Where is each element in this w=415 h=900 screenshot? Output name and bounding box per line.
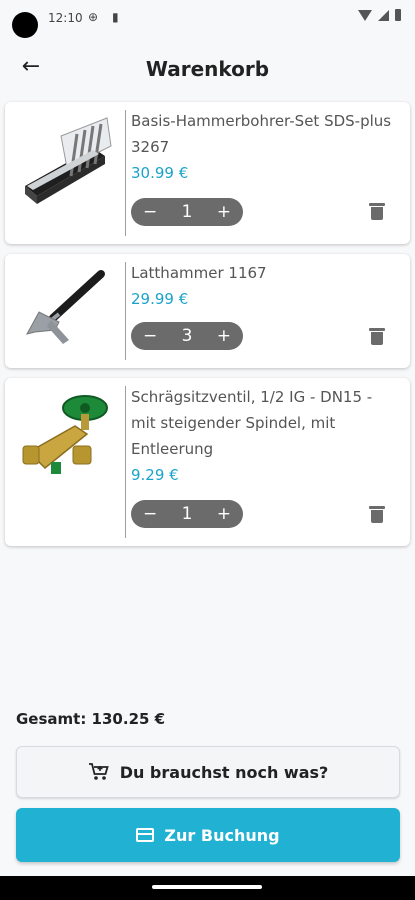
quantity-stepper: − 1 + [131, 198, 243, 226]
valve-image [22, 395, 108, 474]
home-gesture-handle[interactable] [152, 885, 262, 889]
page-title: Warenkorb [145, 57, 270, 81]
quantity-stepper: − 1 + [131, 500, 243, 528]
hammer-image [26, 270, 105, 344]
checkout-button[interactable]: Zur Buchung [16, 808, 400, 862]
cart-item: Basis-Hammerbohrer-Set SDS-plus 3267 30.… [5, 102, 410, 244]
add-to-cart-icon [88, 763, 109, 780]
product-price: 9.29 € [131, 466, 179, 484]
divider [125, 262, 126, 360]
product-name: Schrägsitzventil, 1/2 IG - DN15 - mit st… [131, 388, 373, 458]
status-bar: 12:10 ⊕ ▮ [0, 0, 415, 38]
status-time: 12:10 [48, 11, 83, 25]
continue-shopping-label: Du brauchst noch was? [119, 762, 329, 782]
delete-icon[interactable] [369, 328, 385, 345]
product-name: Basis-Hammerbohrer-Set SDS-plus 3267 [131, 112, 392, 156]
delete-icon[interactable] [369, 506, 385, 523]
checkout-label: Zur Buchung [164, 825, 280, 845]
decrease-button[interactable]: − [143, 500, 157, 528]
camera-cutout [12, 12, 38, 38]
quantity-value: 3 [181, 326, 193, 346]
wifi-icon [358, 9, 372, 21]
cart-total: Gesamt: 130.25 € [16, 710, 166, 728]
product-price: 30.99 € [131, 164, 189, 182]
increase-button[interactable]: + [217, 500, 231, 528]
product-name: Latthammer 1167 [131, 264, 267, 282]
cart-item: Latthammer 1167 29.99 € − 3 + [5, 254, 410, 368]
quantity-value: 1 [181, 504, 193, 524]
continue-shopping-button[interactable]: Du brauchst noch was? [16, 746, 400, 798]
increase-button[interactable]: + [217, 322, 231, 350]
quantity-stepper: − 3 + [131, 322, 243, 350]
app-bar: ← Warenkorb [0, 44, 415, 92]
divider [125, 386, 126, 538]
drill-bit-set-image [25, 117, 112, 204]
cart-item: Schrägsitzventil, 1/2 IG - DN15 - mit st… [5, 378, 410, 546]
divider [125, 110, 126, 236]
signal-icon [378, 9, 389, 21]
decrease-button[interactable]: − [143, 322, 157, 350]
system-nav-bar [0, 876, 415, 900]
battery-icon [395, 9, 401, 21]
credit-card-icon [136, 828, 155, 842]
product-price: 29.99 € [131, 290, 189, 308]
quantity-value: 1 [181, 202, 193, 222]
globe-icon: ⊕ [88, 10, 99, 24]
increase-button[interactable]: + [217, 198, 231, 226]
delete-icon[interactable] [369, 203, 385, 220]
decrease-button[interactable]: − [143, 198, 157, 226]
sim-icon: ▮ [112, 10, 119, 24]
